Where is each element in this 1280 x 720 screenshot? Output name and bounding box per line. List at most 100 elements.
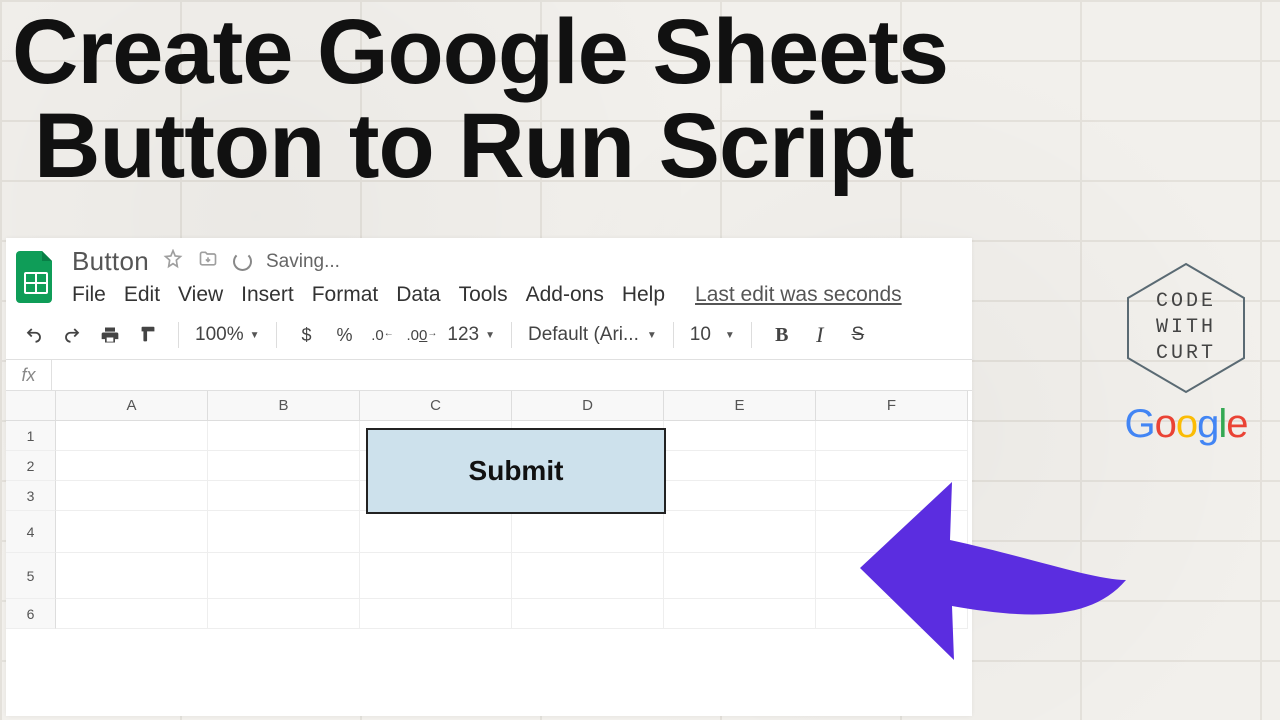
redo-button[interactable] (58, 321, 86, 349)
strikethrough-button[interactable]: S (844, 321, 872, 349)
spreadsheet-grid[interactable]: A B C D E F 1 2 3 4 5 6 Submit (6, 391, 972, 629)
menu-format[interactable]: Format (312, 283, 379, 307)
row-header[interactable]: 4 (6, 511, 56, 553)
cell[interactable] (56, 451, 208, 481)
column-header-e[interactable]: E (664, 391, 816, 420)
zoom-dropdown[interactable]: 100% ▼ (195, 324, 260, 346)
cell[interactable] (208, 421, 360, 451)
save-status: Saving... (266, 251, 340, 273)
column-headers: A B C D E F (6, 391, 972, 421)
row-header[interactable]: 2 (6, 451, 56, 481)
cell[interactable] (664, 511, 816, 553)
google-logo: Google (1116, 402, 1256, 447)
cell[interactable] (360, 511, 512, 553)
row-header[interactable]: 5 (6, 553, 56, 599)
undo-button[interactable] (20, 321, 48, 349)
toolbar: 100% ▼ $ % .0← .00→ 123 ▼ Default (Ari..… (6, 307, 972, 360)
chevron-down-icon: ▼ (250, 330, 260, 341)
sheets-logo-icon[interactable] (14, 248, 58, 306)
menu-tools[interactable]: Tools (459, 283, 508, 307)
zoom-value: 100% (195, 324, 244, 346)
cell[interactable] (664, 553, 816, 599)
channel-badge: CODE WITH CURT Google (1116, 260, 1256, 447)
menu-insert[interactable]: Insert (241, 283, 294, 307)
bold-button[interactable]: B (768, 321, 796, 349)
menu-view[interactable]: View (178, 283, 223, 307)
more-formats-label: 123 (447, 324, 479, 346)
badge-line-1: CODE (1156, 289, 1216, 315)
column-header-a[interactable]: A (56, 391, 208, 420)
google-sheets-window: Button Saving... File Edit View Insert F… (6, 238, 972, 716)
cell[interactable] (664, 481, 816, 511)
cell[interactable] (512, 599, 664, 629)
cell[interactable] (512, 553, 664, 599)
toolbar-separator (673, 322, 674, 348)
cell[interactable] (208, 599, 360, 629)
font-name: Default (Ari... (528, 324, 639, 346)
menu-edit[interactable]: Edit (124, 283, 160, 307)
cell[interactable] (56, 421, 208, 451)
cell[interactable] (360, 599, 512, 629)
font-size-value: 10 (690, 324, 711, 346)
column-header-c[interactable]: C (360, 391, 512, 420)
toolbar-separator (178, 322, 179, 348)
cell[interactable] (208, 451, 360, 481)
document-name[interactable]: Button (72, 246, 149, 277)
thumbnail-title: Create Google Sheets Button to Run Scrip… (0, 0, 1280, 194)
document-bar: Button Saving... File Edit View Insert F… (6, 238, 972, 307)
chevron-down-icon: ▼ (647, 330, 657, 341)
cell[interactable] (816, 421, 968, 451)
more-formats-dropdown[interactable]: 123 ▼ (447, 324, 495, 346)
submit-button[interactable]: Submit (366, 428, 666, 514)
arrow-icon (842, 450, 1142, 695)
font-dropdown[interactable]: Default (Ari... ▼ (528, 324, 657, 346)
italic-button[interactable]: I (806, 321, 834, 349)
column-header-d[interactable]: D (512, 391, 664, 420)
font-size-dropdown[interactable]: 10 ▼ (690, 324, 735, 346)
row-header[interactable]: 1 (6, 421, 56, 451)
formula-input[interactable] (52, 360, 972, 390)
cell[interactable] (56, 599, 208, 629)
select-all-corner[interactable] (6, 391, 56, 420)
toolbar-separator (276, 322, 277, 348)
row-header[interactable]: 3 (6, 481, 56, 511)
column-header-f[interactable]: F (816, 391, 968, 420)
star-icon[interactable] (163, 249, 183, 274)
last-edit-link[interactable]: Last edit was seconds (695, 283, 902, 307)
badge-line-3: CURT (1156, 341, 1216, 367)
decrease-decimal-button[interactable]: .0← (369, 321, 397, 349)
increase-decimal-button[interactable]: .00→ (407, 321, 438, 349)
format-currency-button[interactable]: $ (293, 321, 321, 349)
toolbar-separator (751, 322, 752, 348)
title-line-1: Create Google Sheets (12, 6, 1280, 100)
paint-format-button[interactable] (134, 321, 162, 349)
cell[interactable] (208, 481, 360, 511)
fx-label: fx (6, 360, 52, 390)
cell[interactable] (56, 553, 208, 599)
menu-file[interactable]: File (72, 283, 106, 307)
print-button[interactable] (96, 321, 124, 349)
cell[interactable] (56, 511, 208, 553)
cell[interactable] (664, 599, 816, 629)
chevron-down-icon: ▼ (725, 330, 735, 341)
cell[interactable] (208, 553, 360, 599)
format-percent-button[interactable]: % (331, 321, 359, 349)
formula-bar: fx (6, 360, 972, 391)
move-folder-icon[interactable] (197, 249, 219, 274)
cell[interactable] (360, 553, 512, 599)
title-line-2: Button to Run Script (12, 100, 1280, 194)
cell[interactable] (208, 511, 360, 553)
cell[interactable] (664, 421, 816, 451)
row-header[interactable]: 6 (6, 599, 56, 629)
menu-addons[interactable]: Add-ons (526, 283, 604, 307)
badge-line-2: WITH (1156, 315, 1216, 341)
cell[interactable] (56, 481, 208, 511)
cell[interactable] (512, 511, 664, 553)
cell[interactable] (664, 451, 816, 481)
menu-data[interactable]: Data (396, 283, 440, 307)
toolbar-separator (511, 322, 512, 348)
menu-help[interactable]: Help (622, 283, 665, 307)
column-header-b[interactable]: B (208, 391, 360, 420)
chevron-down-icon: ▼ (485, 330, 495, 341)
saving-spinner-icon (233, 252, 252, 271)
